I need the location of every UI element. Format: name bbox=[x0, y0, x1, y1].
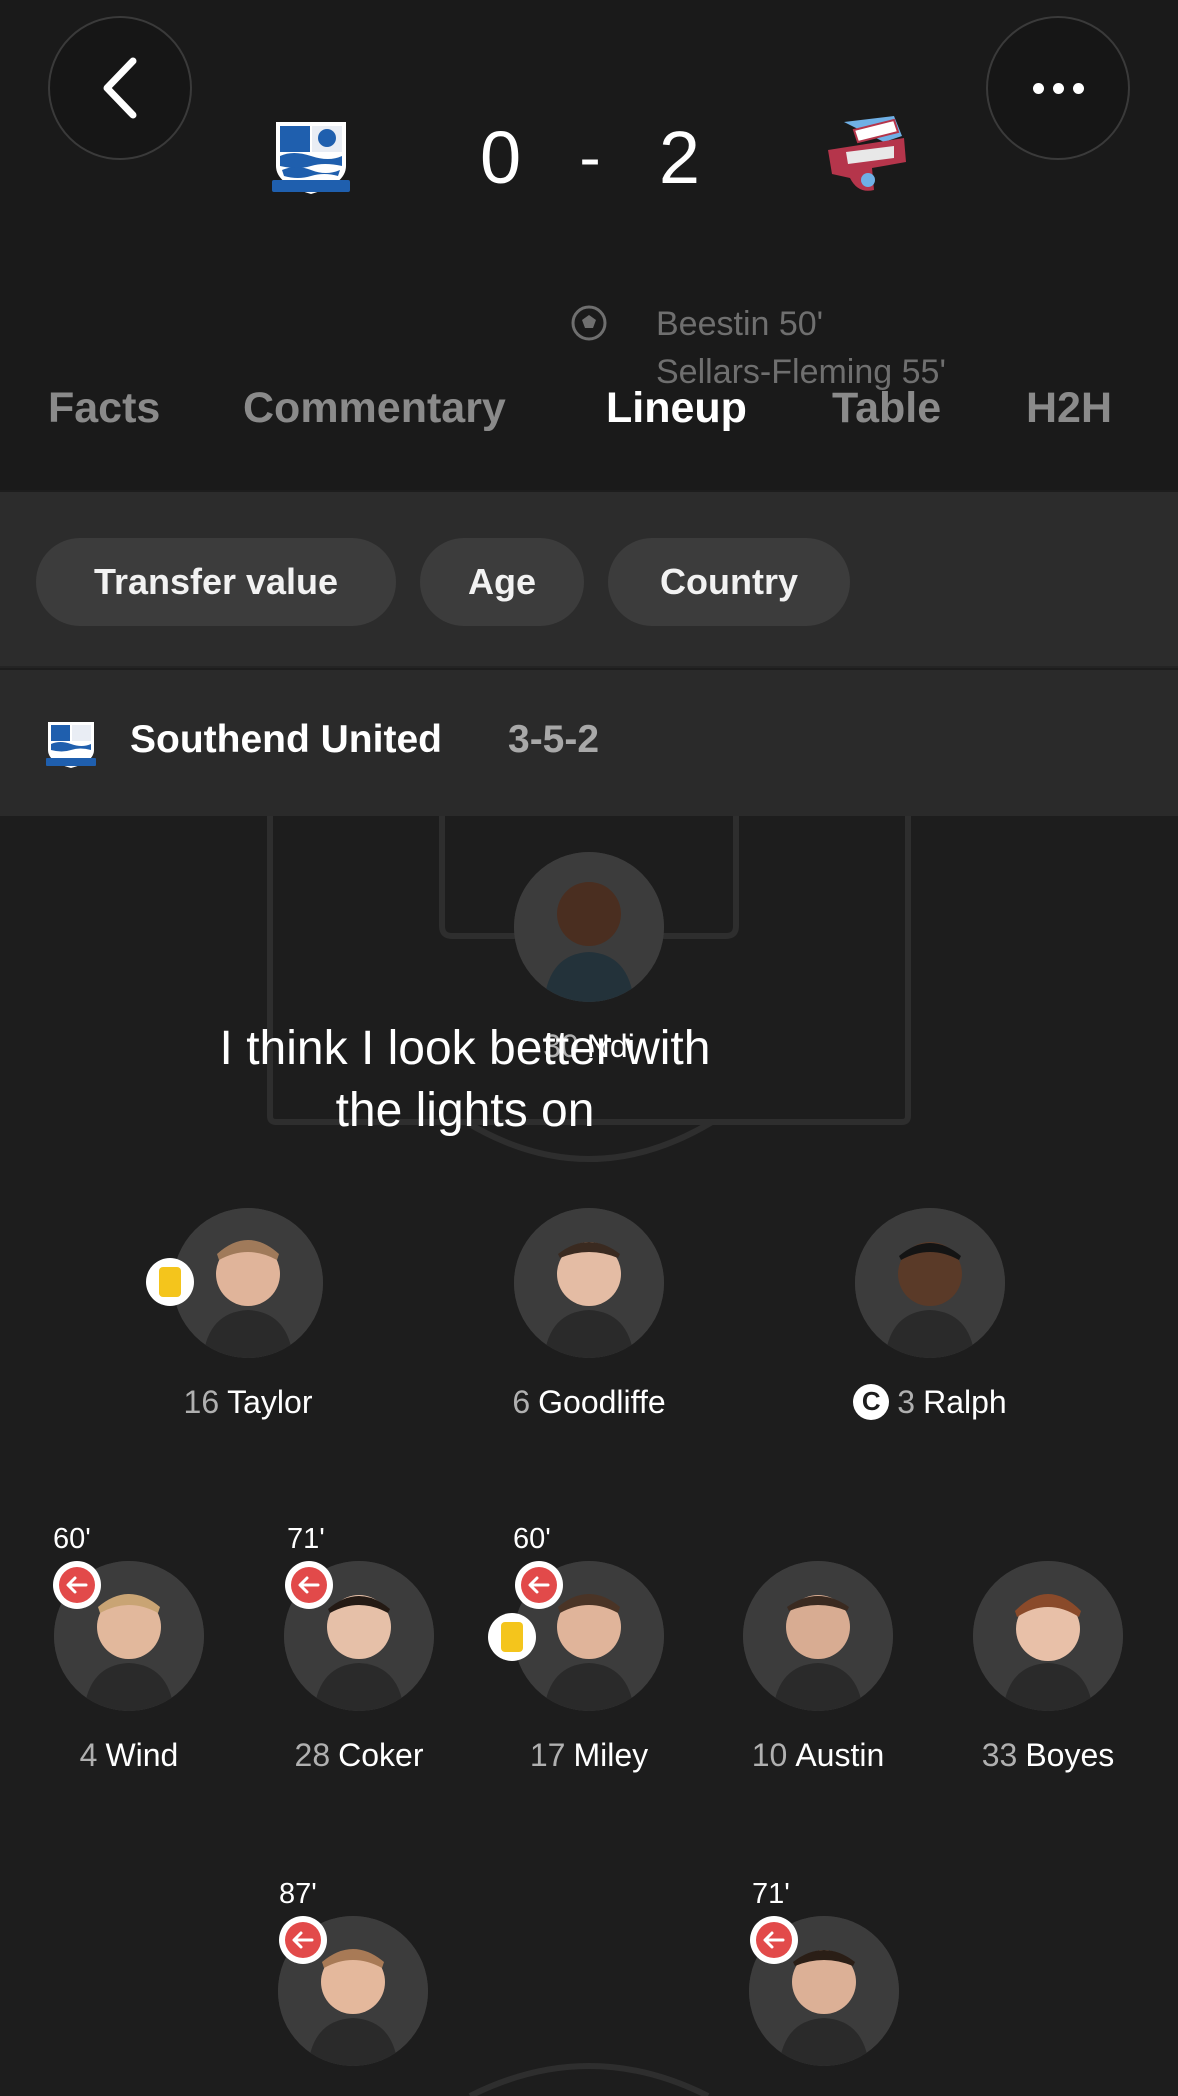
player-name-label: 6 Goodliffe bbox=[469, 1384, 709, 1421]
substituted-off-icon bbox=[53, 1561, 101, 1609]
filter-age[interactable]: Age bbox=[420, 538, 584, 626]
match-tabs: Facts Commentary Lineup Table H2H bbox=[0, 384, 1178, 456]
home-score: 0 bbox=[480, 115, 522, 199]
player-name: Wind bbox=[105, 1737, 179, 1773]
player-mid-wind[interactable]: 60' 4 Wind bbox=[9, 1523, 249, 1791]
yellow-card-icon bbox=[488, 1613, 536, 1661]
player-photo bbox=[514, 852, 664, 1002]
player-number: 10 bbox=[751, 1737, 788, 1773]
more-icon bbox=[1032, 82, 1084, 94]
football-icon bbox=[571, 305, 607, 341]
substitution-time: 60' bbox=[53, 1523, 91, 1555]
player-name: Austin bbox=[795, 1737, 885, 1773]
substitution-time: 60' bbox=[513, 1523, 551, 1555]
player-name: Goodliffe bbox=[538, 1384, 666, 1420]
player-name-label: 17 Miley bbox=[469, 1737, 709, 1774]
substitution-time: 71' bbox=[752, 1878, 790, 1910]
player-mid-boyes[interactable]: 33 Boyes bbox=[928, 1561, 1168, 1791]
captain-badge-icon: C bbox=[853, 1383, 890, 1420]
player-mid-miley[interactable]: 60' 17 Miley bbox=[469, 1523, 709, 1791]
player-number: 33 bbox=[981, 1737, 1018, 1773]
caption-line-1: I think I look better with bbox=[219, 1022, 711, 1075]
scoreline: 0 - 2 bbox=[480, 112, 700, 202]
tab-lineup[interactable]: Lineup bbox=[606, 384, 747, 433]
player-number: 4 bbox=[79, 1737, 98, 1773]
player-fw-1[interactable]: 87' bbox=[233, 1878, 473, 2096]
player-mid-austin[interactable]: 10 Austin bbox=[698, 1561, 938, 1791]
team-formation: 3-5-2 bbox=[508, 718, 600, 761]
player-photo bbox=[743, 1561, 893, 1711]
player-name-label: 16 Taylor bbox=[128, 1384, 368, 1421]
player-name-label: 10 Austin bbox=[698, 1737, 938, 1774]
team-header[interactable]: Southend United 3-5-2 bbox=[0, 670, 1178, 816]
away-team-crest[interactable] bbox=[824, 116, 908, 196]
player-photo bbox=[173, 1208, 323, 1358]
player-name-label: 33 Boyes bbox=[928, 1737, 1168, 1774]
away-score: 2 bbox=[658, 115, 700, 199]
player-name: Boyes bbox=[1025, 1737, 1115, 1773]
player-name: Miley bbox=[573, 1737, 649, 1773]
yellow-card-icon bbox=[146, 1258, 194, 1306]
filter-country[interactable]: Country bbox=[608, 538, 850, 626]
player-name: Ralph bbox=[923, 1384, 1007, 1420]
player-name-label: 4 Wind bbox=[9, 1737, 249, 1774]
player-number: 16 bbox=[183, 1384, 220, 1420]
player-name: Taylor bbox=[227, 1384, 313, 1420]
player-def-ralph[interactable]: C 3 Ralph bbox=[810, 1208, 1050, 1438]
home-team-crest[interactable] bbox=[268, 118, 354, 198]
tab-h2h[interactable]: H2H bbox=[1026, 384, 1112, 433]
tab-table[interactable]: Table bbox=[832, 384, 941, 433]
player-number: 28 bbox=[294, 1737, 331, 1773]
video-caption-overlay: I think I look better with the lights on bbox=[150, 1018, 780, 1142]
player-photo bbox=[855, 1208, 1005, 1358]
team-crest bbox=[46, 722, 96, 768]
substituted-off-icon bbox=[515, 1561, 563, 1609]
more-options-button[interactable] bbox=[986, 16, 1130, 160]
player-mid-coker[interactable]: 71' 28 Coker bbox=[239, 1523, 479, 1791]
player-photo bbox=[973, 1561, 1123, 1711]
player-name-label: C 3 Ralph bbox=[810, 1383, 1050, 1423]
chevron-left-icon bbox=[103, 57, 137, 119]
substitution-time: 87' bbox=[279, 1878, 317, 1910]
team-name: Southend United bbox=[130, 718, 442, 761]
player-number: 17 bbox=[529, 1737, 566, 1773]
player-def-taylor[interactable]: 16 Taylor bbox=[128, 1208, 368, 1438]
lineup-filter-bar: Transfer value Age Country bbox=[0, 492, 1178, 668]
substituted-off-icon bbox=[279, 1916, 327, 1964]
player-def-goodliffe[interactable]: 6 Goodliffe bbox=[469, 1208, 709, 1438]
back-button[interactable] bbox=[48, 16, 192, 160]
player-number: 3 bbox=[897, 1384, 916, 1420]
tab-facts[interactable]: Facts bbox=[48, 384, 160, 433]
player-fw-2[interactable]: 71' bbox=[704, 1878, 944, 2096]
tab-commentary[interactable]: Commentary bbox=[243, 384, 506, 433]
player-name: Coker bbox=[338, 1737, 424, 1773]
substituted-off-icon bbox=[285, 1561, 333, 1609]
player-photo bbox=[514, 1208, 664, 1358]
substitution-time: 71' bbox=[287, 1523, 325, 1555]
goal-scorers: Beestin 50' Sellars-Fleming 55' bbox=[656, 300, 946, 396]
filter-transfer-value[interactable]: Transfer value bbox=[36, 538, 396, 626]
scorer-1: Beestin 50' bbox=[656, 305, 824, 343]
score-separator: - bbox=[579, 121, 601, 193]
player-number: 6 bbox=[512, 1384, 531, 1420]
substituted-off-icon bbox=[750, 1916, 798, 1964]
match-header: 0 - 2 Beestin 50' Sellars-Fleming 55' Fa… bbox=[0, 0, 1178, 490]
player-name-label: 28 Coker bbox=[239, 1737, 479, 1774]
caption-line-2: the lights on bbox=[335, 1084, 595, 1137]
